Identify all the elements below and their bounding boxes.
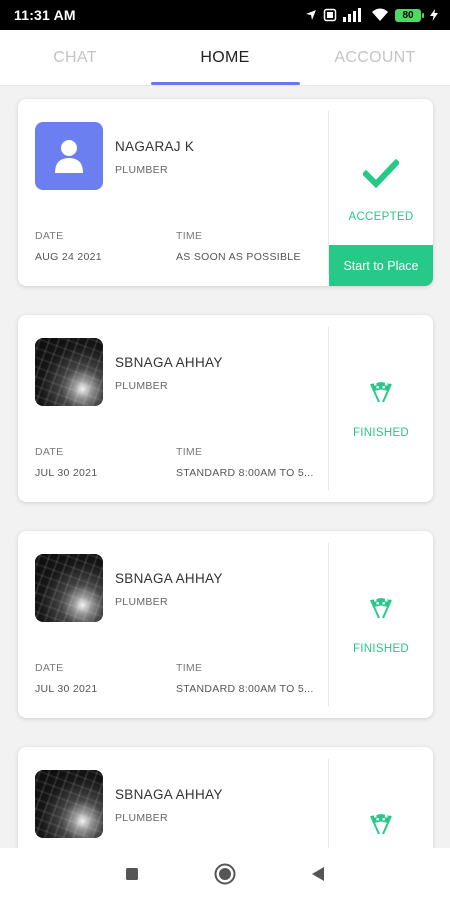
status-badge: ACCEPTED	[348, 211, 414, 223]
provider-role: PLUMBER	[115, 596, 168, 608]
provider-role: PLUMBER	[115, 380, 168, 392]
home-button[interactable]	[214, 863, 236, 885]
status-icons: 80	[305, 8, 438, 22]
date-label: DATE	[35, 230, 64, 242]
navigation-bar	[0, 848, 450, 900]
provider-role: PLUMBER	[115, 164, 168, 176]
location-icon	[306, 10, 316, 20]
provider-name: NAGARAJ K	[115, 139, 195, 154]
booking-status-panel: FINISHED	[329, 531, 433, 718]
recents-button[interactable]	[121, 863, 143, 885]
charging-icon	[430, 9, 438, 21]
booking-time: AS SOON AS POSSIBLE	[176, 251, 301, 263]
tab-account[interactable]: ACCOUNT	[300, 30, 450, 85]
booking-status-panel	[329, 747, 433, 848]
booking-card[interactable]: SBNAGA AHHAY PLUMBER	[18, 747, 433, 848]
booking-details: SBNAGA AHHAY PLUMBER DATE TIME JUL 30 20…	[18, 315, 328, 502]
booking-card[interactable]: SBNAGA AHHAY PLUMBER DATE TIME JUL 30 20…	[18, 531, 433, 718]
booking-date: JUL 30 2021	[35, 683, 98, 695]
back-button[interactable]	[307, 863, 329, 885]
booking-status-panel: FINISHED	[329, 315, 433, 502]
booking-card[interactable]: SBNAGA AHHAY PLUMBER DATE TIME JUL 30 20…	[18, 315, 433, 502]
battery-level: 80	[395, 8, 421, 22]
booking-time: STANDARD 8:00AM TO 5...	[176, 467, 314, 479]
booking-date: AUG 24 2021	[35, 251, 102, 263]
status-bar: 11:31 AM 80	[0, 0, 450, 30]
finish-flags-icon	[329, 597, 433, 619]
booking-date: JUL 30 2021	[35, 467, 98, 479]
check-icon	[329, 159, 433, 189]
avatar	[35, 122, 103, 190]
booking-card[interactable]: NAGARAJ K PLUMBER DATE TIME AUG 24 2021 …	[18, 99, 433, 286]
back-triangle-icon	[312, 867, 324, 881]
provider-role: PLUMBER	[115, 812, 168, 824]
date-label: DATE	[35, 662, 64, 674]
signal-icon	[343, 8, 361, 22]
avatar	[35, 770, 103, 838]
time-label: TIME	[176, 446, 203, 458]
tab-chat[interactable]: CHAT	[0, 30, 150, 85]
avatar	[35, 554, 103, 622]
provider-name: SBNAGA AHHAY	[115, 571, 223, 586]
booking-details: NAGARAJ K PLUMBER DATE TIME AUG 24 2021 …	[18, 99, 328, 286]
booking-details: SBNAGA AHHAY PLUMBER DATE TIME JUL 30 20…	[18, 531, 328, 718]
booking-time: STANDARD 8:00AM TO 5...	[176, 683, 314, 695]
finish-flags-icon	[329, 813, 433, 835]
tab-bar: CHAT HOME ACCOUNT	[0, 30, 450, 86]
booking-status-panel: ACCEPTED Start to Place	[329, 99, 433, 286]
user-icon	[55, 140, 83, 173]
time-label: TIME	[176, 230, 203, 242]
date-label: DATE	[35, 446, 64, 458]
battery-icon: 80	[395, 8, 424, 22]
time-label: TIME	[176, 662, 203, 674]
circle-icon	[214, 863, 236, 885]
status-badge: FINISHED	[352, 427, 410, 439]
sim-icon	[323, 8, 337, 22]
status-time: 11:31 AM	[14, 7, 76, 23]
tab-home[interactable]: HOME	[150, 30, 300, 85]
square-icon	[126, 868, 138, 880]
wifi-icon	[372, 8, 388, 21]
avatar	[35, 338, 103, 406]
finish-flags-icon	[329, 381, 433, 403]
provider-name: SBNAGA AHHAY	[115, 787, 223, 802]
start-to-place-button[interactable]: Start to Place	[329, 245, 433, 286]
provider-name: SBNAGA AHHAY	[115, 355, 223, 370]
booking-details: SBNAGA AHHAY PLUMBER	[18, 747, 328, 848]
status-badge: FINISHED	[352, 643, 410, 655]
booking-list[interactable]: NAGARAJ K PLUMBER DATE TIME AUG 24 2021 …	[0, 86, 450, 848]
